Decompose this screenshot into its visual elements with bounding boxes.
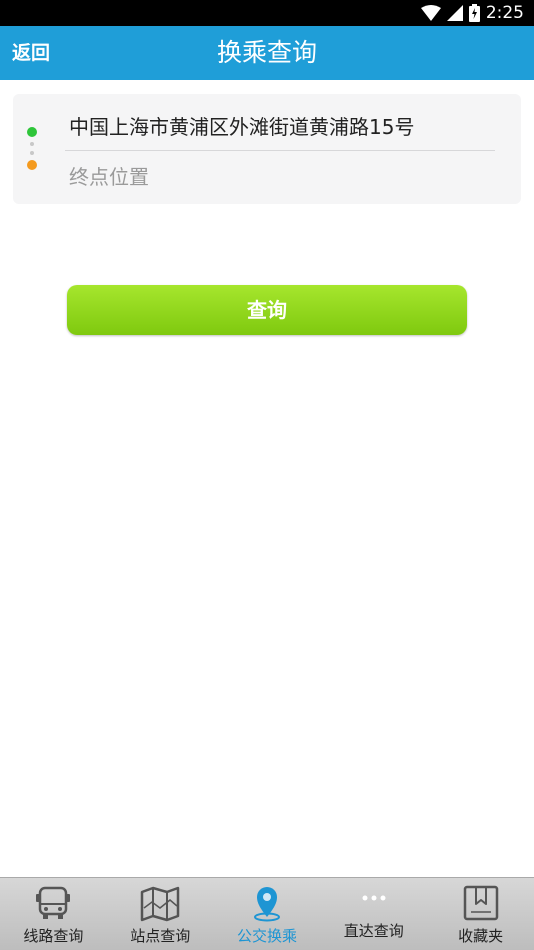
status-time: 2:25 <box>485 3 524 23</box>
tab-label: 站点查询 <box>130 927 191 945</box>
app-header: 换乘查询 返回 <box>0 26 534 80</box>
more-dots-icon <box>362 895 386 901</box>
field-divider <box>65 150 495 151</box>
query-button[interactable]: 查询 <box>67 285 467 335</box>
tab-transfer[interactable]: 公交换乘 <box>214 878 321 950</box>
tab-label: 公交换乘 <box>236 927 297 945</box>
tab-direct-query[interactable]: 直达查询 <box>320 878 427 950</box>
end-point-icon <box>27 160 37 170</box>
battery-icon <box>468 4 480 22</box>
tab-favorites[interactable]: 收藏夹 <box>427 878 534 950</box>
route-dot-icon <box>30 142 34 146</box>
wifi-icon <box>420 5 441 21</box>
tab-label: 线路查询 <box>23 927 84 945</box>
status-bar: 2:25 <box>0 0 534 26</box>
favorites-icon <box>463 885 498 921</box>
bus-icon <box>36 886 71 919</box>
tab-line-query[interactable]: 线路查询 <box>0 878 107 950</box>
start-point-icon <box>27 127 37 137</box>
route-card: 中国上海市黄浦区外滩街道黄浦路15号 终点位置 <box>13 94 521 204</box>
signal-icon <box>446 5 463 21</box>
tab-label: 收藏夹 <box>458 927 504 945</box>
tab-station-query[interactable]: 站点查询 <box>107 878 214 950</box>
page-title: 换乘查询 <box>216 38 317 67</box>
back-button[interactable]: 返回 <box>12 26 50 80</box>
location-pin-icon <box>253 887 280 922</box>
status-icons: 2:25 <box>420 3 524 23</box>
bottom-tab-bar: 线路查询 站点查询 公交换乘 直达查询 收藏夹 <box>0 877 534 950</box>
destination-input[interactable]: 终点位置 <box>69 154 497 200</box>
tab-label: 直达查询 <box>343 922 404 940</box>
map-icon <box>140 886 180 922</box>
route-dot-icon <box>30 151 34 155</box>
origin-input[interactable]: 中国上海市黄浦区外滩街道黄浦路15号 <box>69 104 497 150</box>
